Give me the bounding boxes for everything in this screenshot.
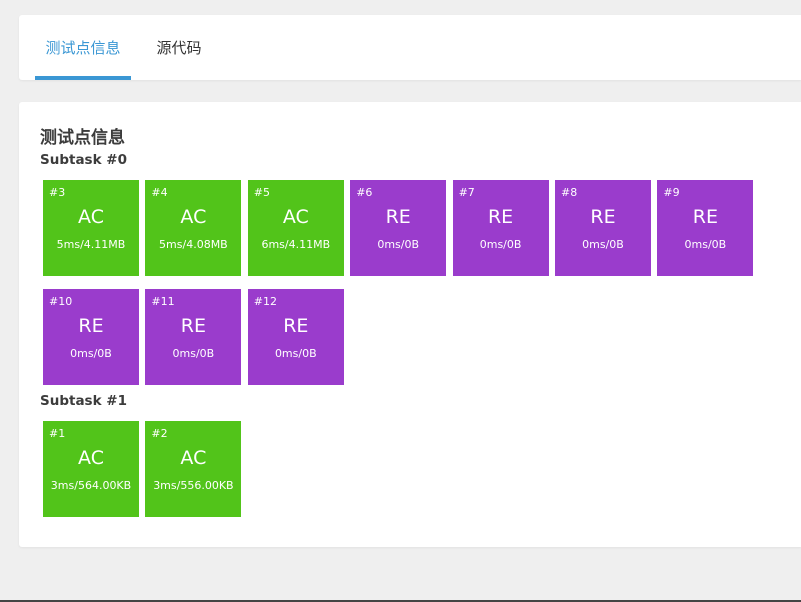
testcase-id: #11 <box>151 295 175 308</box>
testcase-id: #4 <box>151 186 168 199</box>
testcase-time-memory: 5ms/4.08MB <box>159 238 228 251</box>
testcase-status: AC <box>180 206 207 228</box>
subtask-label: Subtask #1 <box>40 393 127 409</box>
testcase-status: RE <box>283 315 309 337</box>
testcase-time-memory: 0ms/0B <box>70 347 112 360</box>
testcase-time-memory: 0ms/0B <box>479 238 522 251</box>
testcase-time-memory: 3ms/564.00KB <box>50 479 132 492</box>
active-tab-indicator <box>35 76 131 80</box>
testcase-status: RE <box>692 206 718 228</box>
testcase-time-memory: 0ms/0B <box>172 347 215 360</box>
testcase-time-memory: 0ms/0B <box>274 347 317 360</box>
testcase-status: AC <box>180 447 207 469</box>
testcase-time-memory: 5ms/4.11MB <box>56 238 126 251</box>
tab-testcase-info[interactable]: 测试点信息 <box>35 15 131 80</box>
tab-source-code[interactable]: 源代码 <box>143 15 215 80</box>
testcase-result-card: 测试点信息 Subtask #0 #3 AC 5ms/4.11MB #4 AC 5ms/4… <box>19 102 801 547</box>
testcase-time-memory: 0ms/0B <box>377 238 420 251</box>
testcase-status: AC <box>282 206 309 228</box>
testcase-tile[interactable]: #12 RE 0ms/0B <box>247 289 344 385</box>
testcase-tile[interactable]: #4 AC 5ms/4.08MB <box>145 180 242 276</box>
testcase-status: RE <box>78 315 104 337</box>
testcase-time-memory: 0ms/0B <box>582 238 624 251</box>
testcase-time-memory: 6ms/4.11MB <box>261 238 331 251</box>
testcase-tile[interactable]: #11 RE 0ms/0B <box>145 289 242 385</box>
testcase-id: #2 <box>151 427 168 440</box>
tab-bar-card: 测试点信息 源代码 <box>19 15 801 80</box>
testcase-time-memory: 3ms/556.00KB <box>153 479 234 492</box>
testcase-status: AC <box>78 447 104 469</box>
testcase-id: #5 <box>253 186 271 199</box>
testcase-tile[interactable]: #2 AC 3ms/556.00KB <box>145 421 242 517</box>
testcase-tile[interactable]: #3 AC 5ms/4.11MB <box>43 180 139 276</box>
testcase-status: RE <box>180 315 206 337</box>
testcase-tile[interactable]: #10 RE 0ms/0B <box>43 289 139 385</box>
subtask-label: Subtask #0 <box>40 152 127 168</box>
testcase-id: #7 <box>458 186 475 199</box>
testcase-status: AC <box>78 206 104 228</box>
testcase-tile[interactable]: #6 RE 0ms/0B <box>350 180 447 276</box>
testcase-status: RE <box>385 206 411 228</box>
testcase-tile[interactable]: #5 AC 6ms/4.11MB <box>247 180 344 276</box>
testcase-status: RE <box>590 206 616 228</box>
testcase-id: #12 <box>253 295 278 308</box>
testcase-id: #8 <box>561 186 578 199</box>
testcase-tile[interactable]: #1 AC 3ms/564.00KB <box>43 421 139 517</box>
testcase-time-memory: 0ms/0B <box>684 238 727 251</box>
testcase-tile[interactable]: #7 RE 0ms/0B <box>452 180 549 276</box>
testcase-id: #6 <box>356 186 373 199</box>
testcase-id: #9 <box>663 186 680 199</box>
testcase-id: #10 <box>49 295 73 308</box>
section-title: 测试点信息 <box>40 128 125 148</box>
testcase-id: #1 <box>49 427 66 440</box>
testcase-status: RE <box>487 206 514 228</box>
testcase-tile[interactable]: #9 RE 0ms/0B <box>657 180 754 276</box>
testcase-tile[interactable]: #8 RE 0ms/0B <box>555 180 651 276</box>
testcase-id: #3 <box>49 186 66 199</box>
